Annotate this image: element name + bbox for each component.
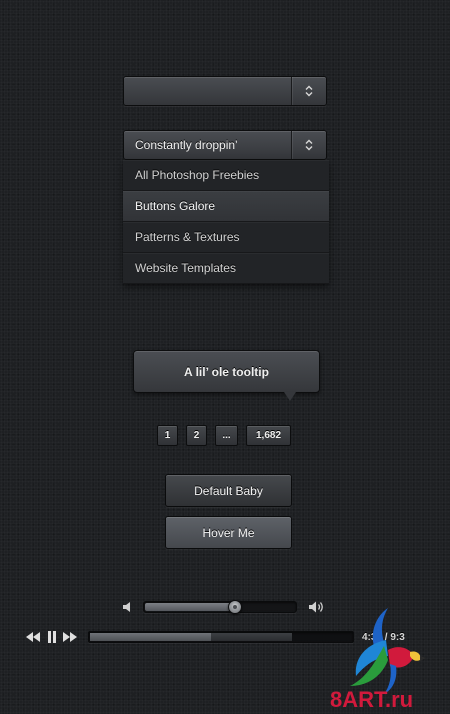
page-button-last[interactable]: 1,682 xyxy=(246,425,291,446)
dropdown-menu: All Photoshop Freebies Buttons Galore Pa… xyxy=(123,160,329,284)
volume-fill xyxy=(145,603,235,611)
speaker-low-icon[interactable] xyxy=(122,601,134,613)
updown-chevron-icon xyxy=(305,139,313,151)
volume-knob[interactable] xyxy=(228,600,242,614)
select-value: Constantly droppin’ xyxy=(135,138,238,152)
seek-bar[interactable] xyxy=(88,631,354,643)
svg-text:8ART.ru: 8ART.ru xyxy=(330,687,413,712)
tooltip: A lil’ ole tooltip xyxy=(133,350,320,393)
page-button-2[interactable]: 2 xyxy=(186,425,207,446)
rewind-icon[interactable] xyxy=(26,632,40,642)
page-ellipsis: ... xyxy=(215,425,238,446)
select-open[interactable]: Constantly droppin’ xyxy=(123,130,327,160)
dropdown-item-photoshop-freebies[interactable]: All Photoshop Freebies xyxy=(123,160,329,191)
seek-progress xyxy=(90,633,211,641)
select-arrow-button[interactable] xyxy=(291,131,326,159)
select-empty[interactable] xyxy=(123,76,327,106)
default-button[interactable]: Default Baby xyxy=(165,474,292,507)
updown-chevron-icon xyxy=(305,85,313,97)
fast-forward-icon[interactable] xyxy=(63,632,77,642)
volume-slider[interactable] xyxy=(143,600,297,614)
pause-icon[interactable] xyxy=(47,631,57,643)
watermark-parrot-logo: 8ART.ru xyxy=(330,608,426,712)
speaker-high-icon[interactable] xyxy=(308,600,326,614)
dropdown-item-website-templates[interactable]: Website Templates xyxy=(123,253,329,284)
select-arrow-button[interactable] xyxy=(291,77,326,105)
dropdown-item-patterns-textures[interactable]: Patterns & Textures xyxy=(123,222,329,253)
tooltip-text: A lil’ ole tooltip xyxy=(184,364,269,379)
dropdown-item-buttons-galore[interactable]: Buttons Galore xyxy=(123,191,329,222)
page-button-1[interactable]: 1 xyxy=(157,425,178,446)
hover-button[interactable]: Hover Me xyxy=(165,516,292,549)
tooltip-tail xyxy=(284,392,296,401)
